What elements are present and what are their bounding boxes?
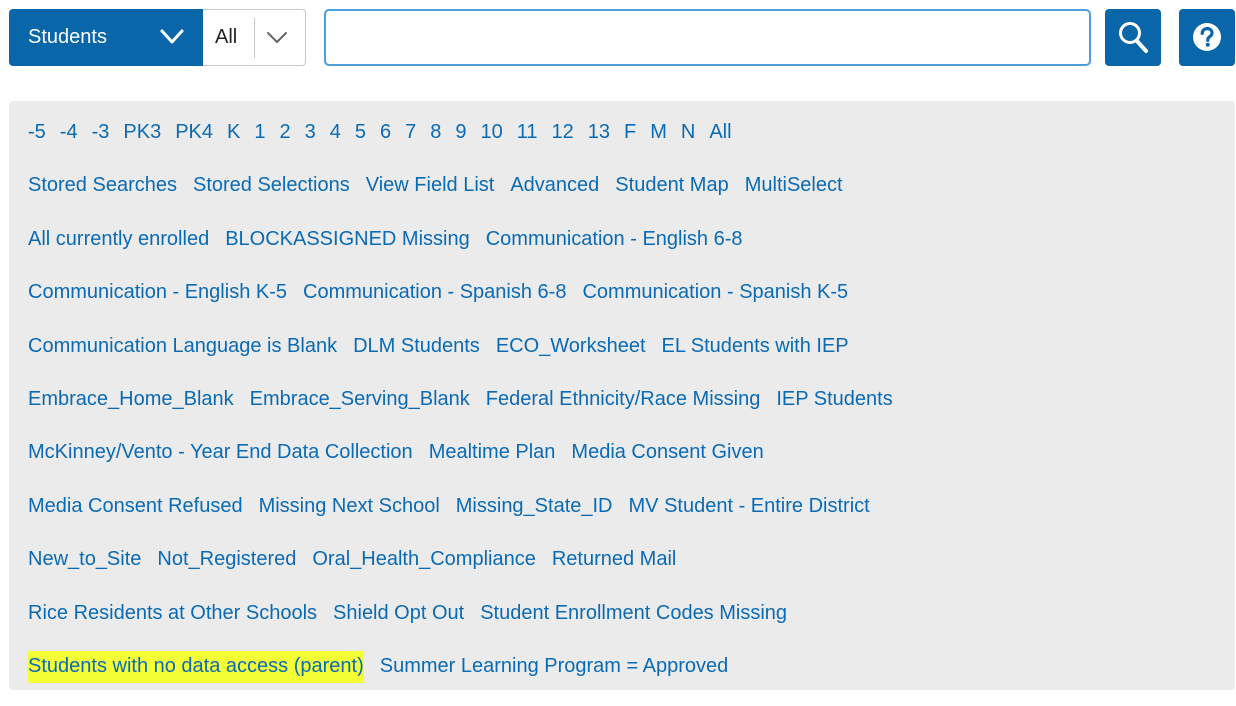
search-links-row: Rice Residents at Other Schools Shield Op…	[28, 587, 1235, 640]
grade-link[interactable]: 3	[305, 121, 316, 143]
search-input[interactable]	[324, 9, 1091, 66]
quick-filters-panel: -5 -4 -3 PK3 PK4 K 1 2 3 4 5 6 7 8 9 10 11 12 13 F M N All Sto…	[9, 101, 1235, 690]
grade-link[interactable]: -5	[28, 121, 46, 143]
grade-link[interactable]: 10	[480, 121, 502, 143]
stored-search-link[interactable]: MultiSelect	[745, 174, 843, 196]
magnifier-icon	[1119, 22, 1148, 53]
search-links-row: McKinney/Vento - Year End Data Collectio…	[28, 426, 1235, 479]
search-links-row: Students with no data access (parent) Sum…	[28, 640, 1235, 693]
grade-link[interactable]: 8	[430, 121, 441, 143]
stored-search-link[interactable]: Student Enrollment Codes Missing	[480, 602, 787, 624]
stored-search-link[interactable]: Communication - Spanish 6-8	[303, 281, 566, 303]
stored-search-link[interactable]: Shield Opt Out	[333, 602, 464, 624]
chevron-down-icon	[160, 29, 184, 44]
grade-link[interactable]: F	[624, 121, 636, 143]
stored-search-link[interactable]: Advanced	[510, 174, 599, 196]
grade-link[interactable]: 12	[552, 121, 574, 143]
grade-link[interactable]: K	[227, 121, 240, 143]
stored-search-link[interactable]: MV Student - Entire District	[629, 495, 870, 517]
grade-level-links: -5 -4 -3 PK3 PK4 K 1 2 3 4 5 6 7 8 9 10 11 12 13 F M N All	[28, 106, 1235, 159]
stored-search-link[interactable]: Missing_State_ID	[456, 495, 613, 517]
grade-link[interactable]: 13	[588, 121, 610, 143]
grade-link[interactable]: 9	[455, 121, 466, 143]
grade-link[interactable]: PK3	[123, 121, 161, 143]
search-links-row: Communication - English K-5 Communication…	[28, 266, 1235, 319]
stored-search-link[interactable]: Stored Selections	[193, 174, 350, 196]
stored-search-link[interactable]: Communication Language is Blank	[28, 335, 337, 357]
stored-search-link[interactable]: Media Consent Given	[571, 441, 763, 463]
stored-search-link[interactable]: Stored Searches	[28, 174, 177, 196]
stored-search-link[interactable]: New_to_Site	[28, 548, 141, 570]
stored-search-link[interactable]: Missing Next School	[259, 495, 440, 517]
chevron-down-icon	[267, 32, 287, 43]
stored-search-link[interactable]: Students with no data access (parent)	[28, 650, 364, 683]
grade-link[interactable]: N	[681, 121, 695, 143]
scope-label: Students	[28, 26, 107, 48]
stored-search-link[interactable]: Embrace_Home_Blank	[28, 388, 234, 410]
question-circle-icon	[1193, 23, 1221, 51]
grade-link[interactable]: -3	[92, 121, 110, 143]
grade-link[interactable]: 6	[380, 121, 391, 143]
scope-dropdown[interactable]: Students	[9, 9, 203, 66]
stored-search-link[interactable]: Mealtime Plan	[429, 441, 556, 463]
stored-search-link[interactable]: Communication - English K-5	[28, 281, 287, 303]
stored-search-link[interactable]: EL Students with IEP	[662, 335, 849, 357]
stored-search-links: Stored Searches Stored Selections View Fie…	[28, 159, 1235, 693]
search-links-row: Communication Language is Blank DLM Stude…	[28, 320, 1235, 373]
stored-search-link[interactable]: All currently enrolled	[28, 228, 209, 250]
help-button[interactable]	[1179, 9, 1235, 66]
stored-search-link[interactable]: Student Map	[615, 174, 728, 196]
stored-search-link[interactable]: Federal Ethnicity/Race Missing	[486, 388, 761, 410]
stored-search-link[interactable]: Communication - English 6-8	[486, 228, 743, 250]
search-links-row: All currently enrolled BLOCKASSIGNED Miss…	[28, 213, 1235, 266]
stored-search-link[interactable]: Media Consent Refused	[28, 495, 243, 517]
stored-search-link[interactable]: Summer Learning Program = Approved	[380, 655, 729, 677]
search-button[interactable]	[1105, 9, 1161, 66]
stored-search-link[interactable]: Embrace_Serving_Blank	[250, 388, 470, 410]
search-links-row: Embrace_Home_Blank Embrace_Serving_Blank F…	[28, 373, 1235, 426]
grade-link[interactable]: 2	[279, 121, 290, 143]
dropdown-divider	[254, 18, 255, 58]
stored-search-link[interactable]: Oral_Health_Compliance	[312, 548, 535, 570]
grade-link[interactable]: 7	[405, 121, 416, 143]
search-links-row: Stored Searches Stored Selections View Fie…	[28, 159, 1235, 212]
grade-label: All	[215, 26, 238, 48]
stored-search-link[interactable]: Not_Registered	[157, 548, 296, 570]
grade-link[interactable]: All	[709, 121, 731, 143]
search-toolbar: Students All	[9, 9, 1235, 67]
grade-link[interactable]: 5	[355, 121, 366, 143]
stored-search-link[interactable]: ECO_Worksheet	[496, 335, 646, 357]
stored-search-link[interactable]: Returned Mail	[552, 548, 677, 570]
stored-search-link[interactable]: DLM Students	[353, 335, 480, 357]
stored-search-link[interactable]: Communication - Spanish K-5	[582, 281, 848, 303]
stored-search-link[interactable]: IEP Students	[776, 388, 892, 410]
stored-search-link[interactable]: BLOCKASSIGNED Missing	[225, 228, 470, 250]
stored-search-link[interactable]: Rice Residents at Other Schools	[28, 602, 317, 624]
grade-link[interactable]: 11	[517, 121, 538, 143]
search-links-row: New_to_Site Not_Registered Oral_Health_Com…	[28, 533, 1235, 586]
grade-link[interactable]: PK4	[175, 121, 213, 143]
grade-link[interactable]: 4	[330, 121, 341, 143]
search-links-row: Media Consent Refused Missing Next School…	[28, 480, 1235, 533]
grade-link[interactable]: -4	[60, 121, 78, 143]
grade-link[interactable]: 1	[254, 121, 265, 143]
grade-link[interactable]: M	[650, 121, 667, 143]
grade-dropdown[interactable]: All	[203, 9, 306, 66]
stored-search-link[interactable]: McKinney/Vento - Year End Data Collectio…	[28, 441, 413, 463]
stored-search-link[interactable]: View Field List	[366, 174, 495, 196]
